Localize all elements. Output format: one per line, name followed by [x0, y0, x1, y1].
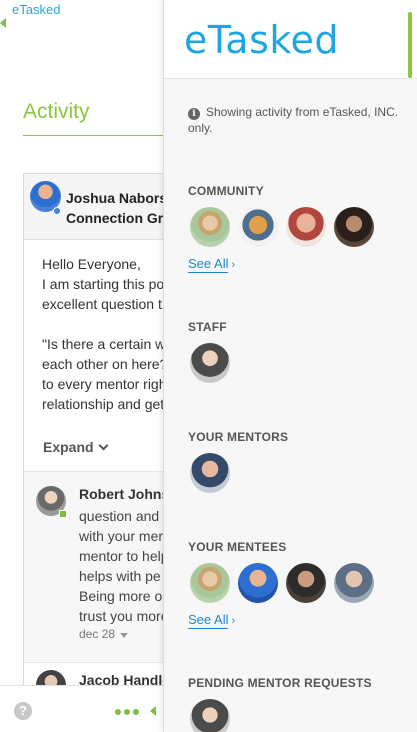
scope-notice-text: Showing activity from eTasked, INC. only… [188, 105, 399, 135]
post-line: to every mentor righ [42, 376, 167, 392]
people-panel: eTasked i Showing activity from eTasked, … [163, 0, 417, 732]
member-avatar[interactable] [286, 207, 326, 247]
post-card: Joshua Nabors Connection Gr Hello Everyo… [23, 173, 184, 700]
online-status-icon [59, 510, 67, 518]
post-line: "Is there a certain w [42, 336, 166, 352]
post-line-spacer [42, 314, 182, 334]
see-all-label: See All [188, 256, 229, 273]
expand-label: Expand [43, 439, 94, 455]
post-author-block: Joshua Nabors Connection Gr [66, 188, 167, 228]
reply-author-name[interactable]: Robert Johns [79, 486, 169, 502]
post-body: Hello Everyone, I am starting this po ex… [42, 254, 182, 414]
brand-logo[interactable]: eTasked [184, 18, 339, 62]
post-group-name[interactable]: Connection Gr [66, 208, 167, 228]
reply-date-text: dec 28 [79, 627, 116, 641]
online-status-icon [53, 207, 61, 215]
caret-down-icon [120, 633, 129, 638]
mentor-avatars [190, 453, 230, 493]
post-line: I am starting this po [42, 276, 165, 292]
community-see-all-link[interactable]: See All › [188, 256, 236, 273]
staff-avatar[interactable] [190, 343, 230, 383]
reply-date[interactable]: dec 28 [79, 627, 129, 641]
app-logo[interactable]: eTasked [12, 2, 60, 17]
info-icon: i [188, 108, 200, 120]
post-line: each other on here? [42, 356, 168, 372]
community-heading: COMMUNITY [188, 184, 264, 198]
panel-header: eTasked [164, 0, 417, 79]
post-header: Joshua Nabors Connection Gr [24, 174, 183, 240]
mentors-heading: YOUR MENTORS [188, 430, 289, 444]
more-options-icon[interactable] [115, 709, 139, 715]
mentee-avatar[interactable] [190, 563, 230, 603]
chevron-down-icon [98, 440, 109, 451]
pending-requests-heading: PENDING MENTOR REQUESTS [188, 676, 372, 690]
mentee-avatars [190, 563, 374, 603]
post-line: relationship and get [42, 396, 165, 412]
pending-request-avatar[interactable] [190, 699, 230, 732]
app-root: eTasked Activity Joshua Nabors Connectio… [0, 0, 417, 732]
mentee-avatar[interactable] [334, 563, 374, 603]
mentees-heading: YOUR MENTEES [188, 540, 287, 554]
post-author-name[interactable]: Joshua Nabors [66, 188, 167, 208]
scrollbar-thumb[interactable] [408, 12, 412, 78]
see-all-label: See All [188, 612, 229, 629]
title-divider [23, 135, 173, 136]
post-line: excellent question t [42, 296, 162, 312]
member-avatar[interactable] [238, 207, 278, 247]
collapse-arrow-icon[interactable] [150, 706, 156, 716]
community-avatars [190, 207, 374, 247]
expand-button[interactable]: Expand [43, 439, 109, 455]
member-avatar[interactable] [334, 207, 374, 247]
back-arrow-icon[interactable] [0, 18, 6, 28]
reply-item: Robert Johns question and with your mer … [24, 472, 184, 662]
mentor-avatar[interactable] [190, 453, 230, 493]
member-avatar[interactable] [190, 207, 230, 247]
mentee-avatar[interactable] [238, 563, 278, 603]
scope-notice: i Showing activity from eTasked, INC. onl… [188, 104, 408, 136]
staff-heading: STAFF [188, 320, 227, 334]
divider [24, 662, 184, 663]
chevron-right-icon: › [231, 259, 236, 271]
staff-avatars [190, 343, 230, 383]
page-title: Activity [23, 100, 90, 123]
chevron-right-icon: › [231, 615, 236, 627]
help-icon[interactable]: ? [14, 702, 32, 720]
post-line: Hello Everyone, [42, 256, 141, 272]
mentee-avatar[interactable] [286, 563, 326, 603]
pending-avatars [190, 699, 230, 732]
mentees-see-all-link[interactable]: See All › [188, 612, 236, 629]
